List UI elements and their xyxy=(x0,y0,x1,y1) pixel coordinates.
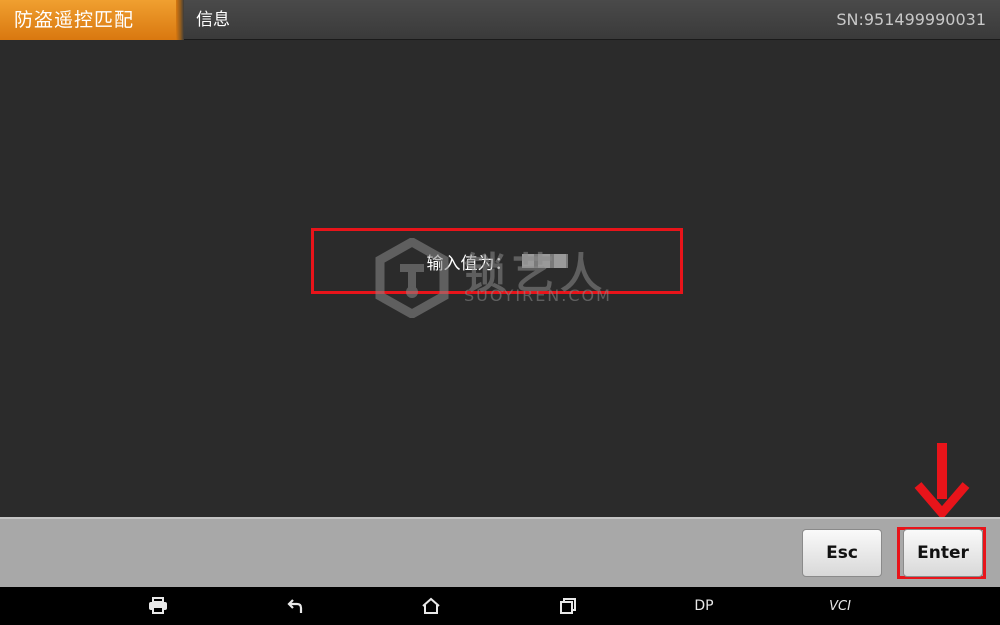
app-window: 防盗遥控匹配 信息 SN:951499990031 输入值为： 锁艺人 SUOY… xyxy=(0,0,1000,625)
watermark-logo-icon xyxy=(375,238,449,318)
recent-apps-button[interactable] xyxy=(550,587,586,625)
back-button[interactable] xyxy=(278,587,314,625)
system-nav-bar: DP VCI xyxy=(0,587,1000,625)
serial-number: SN:951499990031 xyxy=(836,10,986,29)
print-icon xyxy=(149,597,167,614)
esc-button[interactable]: Esc xyxy=(802,529,882,577)
home-button[interactable] xyxy=(413,587,449,625)
watermark-en-text: SUOYIREN.COM xyxy=(464,286,612,305)
watermark: 锁艺人 SUOYIREN.COM xyxy=(372,238,632,318)
home-icon xyxy=(422,597,440,614)
recent-apps-icon xyxy=(560,598,576,614)
print-button[interactable] xyxy=(140,587,176,625)
title-bar: 防盗遥控匹配 信息 SN:951499990031 xyxy=(0,0,1000,40)
annotation-arrow-icon xyxy=(914,443,970,520)
enter-button[interactable]: Enter xyxy=(903,529,983,577)
function-tab[interactable]: 防盗遥控匹配 xyxy=(0,0,184,40)
vci-status[interactable]: VCI xyxy=(820,587,860,625)
back-icon xyxy=(287,599,303,613)
button-bar: Esc Enter xyxy=(0,517,1000,587)
dp-button[interactable]: DP xyxy=(684,587,724,625)
page-title: 信息 xyxy=(196,10,230,30)
